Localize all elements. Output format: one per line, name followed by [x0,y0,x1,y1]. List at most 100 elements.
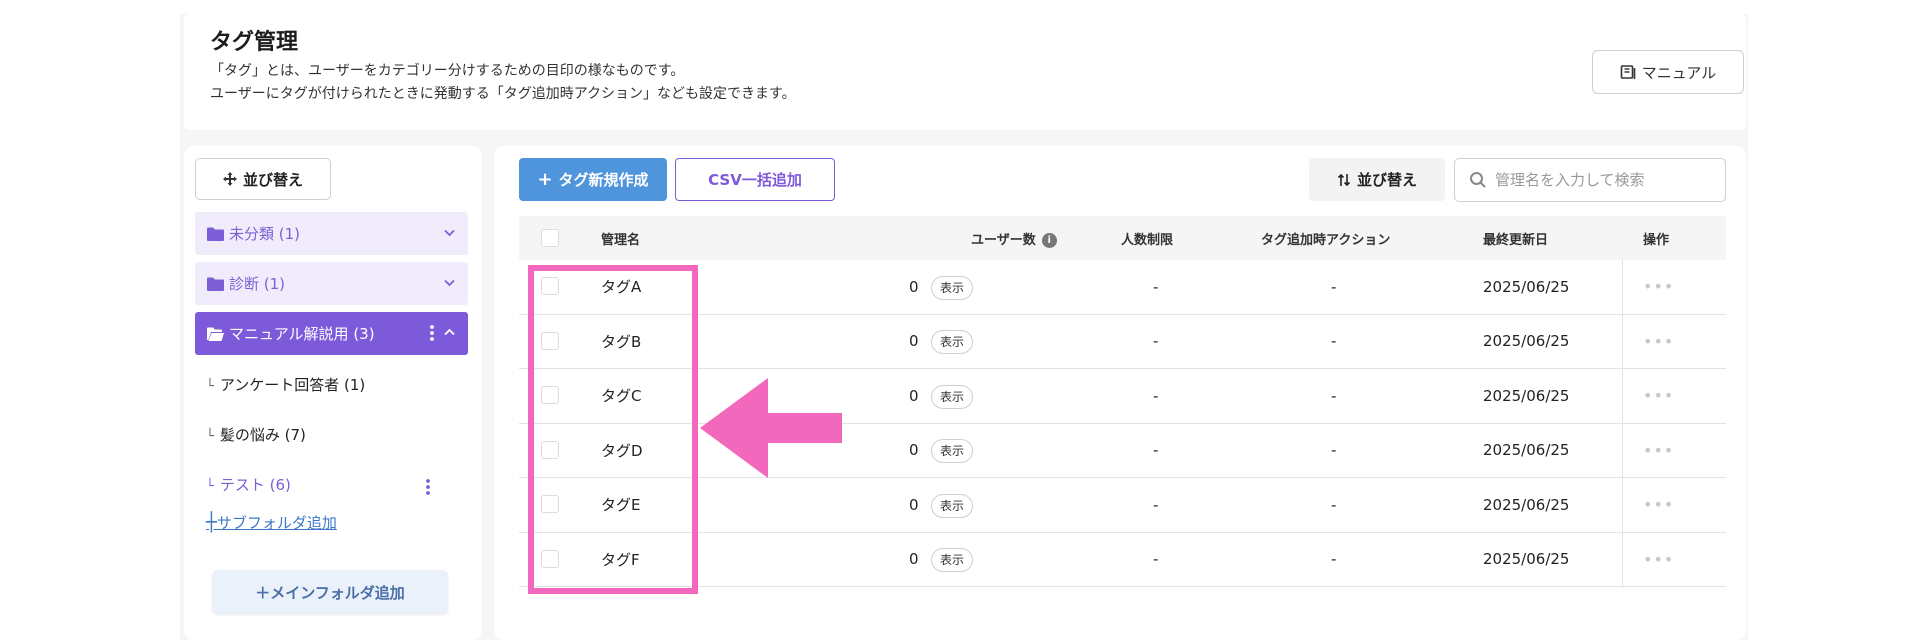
user-limit: - [1153,277,1159,296]
folder-diagnosis[interactable]: 診断 (1) [195,262,468,305]
tag-action: - [1331,441,1337,460]
select-all-checkbox[interactable] [541,229,559,247]
column-header-users-label: ユーザー数 [971,232,1036,248]
corner-icon: └ [206,429,214,444]
sort-arrows-icon [1337,173,1351,186]
show-users-button[interactable]: 表示 [931,439,974,464]
manual-button-label: マニュアル [1641,63,1717,82]
kebab-menu-icon[interactable] [430,324,434,342]
search-box[interactable] [1454,158,1726,202]
table-row[interactable]: タグF 0 表示 - - 2025/06/25 ••• [519,533,1726,587]
updated-date: 2025/06/25 [1483,495,1570,514]
folder-sidebar: 並び替え 未分類 (1) 診断 (1) マニュアル解説用 (3) └ アンケート回… [184,146,482,640]
add-main-folder-label: ＋メインフォルダ追加 [255,583,405,602]
add-subfolder-link[interactable]: ┼サブフォルダ追加 [206,512,337,533]
more-actions-icon[interactable]: ••• [1643,277,1674,296]
updated-date: 2025/06/25 [1483,441,1570,460]
more-actions-icon[interactable]: ••• [1643,332,1674,351]
more-actions-icon[interactable]: ••• [1643,386,1674,405]
csv-bulk-add-label: CSV一括追加 [708,171,802,189]
subfolder-label: テスト (6) [219,476,291,494]
user-limit: - [1153,386,1159,405]
description-line-1: 「タグ」とは、ユーザーをカテゴリー分けするための目印の様なものです。 [210,63,685,79]
annotation-highlight-box [528,265,698,594]
more-actions-icon[interactable]: ••• [1643,550,1674,569]
tag-action: - [1331,550,1337,569]
chevron-down-icon[interactable] [443,276,456,289]
folder-label: 診断 (1) [229,275,286,293]
user-count: 0 [909,495,919,514]
folder-label: マニュアル解説用 (3) [229,325,375,343]
manual-button[interactable]: マニュアル [1592,50,1744,94]
corner-icon: └ [206,479,214,494]
table-row[interactable]: タグA 0 表示 - - 2025/06/25 ••• [519,260,1726,315]
subfolder-label: 髪の悩み (7) [219,426,306,444]
plus-icon: + [537,169,553,190]
user-count: 0 [909,550,919,569]
header-card: タグ管理 「タグ」とは、ユーザーをカテゴリー分けするための目印の様なものです。 … [184,14,1746,130]
info-icon[interactable]: i [1041,232,1057,248]
tag-action: - [1331,332,1337,351]
tag-action: - [1331,386,1337,405]
updated-date: 2025/06/25 [1483,386,1570,405]
more-actions-icon[interactable]: ••• [1643,495,1674,514]
updated-date: 2025/06/25 [1483,332,1570,351]
column-header-users: ユーザー数 i [971,229,1057,248]
show-users-button[interactable]: 表示 [931,330,974,355]
user-limit: - [1153,495,1159,514]
tag-action: - [1331,495,1337,514]
table-header: 管理名 ユーザー数 i 人数制限 タグ追加時アクション 最終更新日 操作 [519,216,1726,260]
user-count: 0 [909,277,919,296]
column-header-name: 管理名 [601,232,641,248]
folder-manual-explanation[interactable]: マニュアル解説用 (3) [195,312,468,355]
table-row[interactable]: タグE 0 表示 - - 2025/06/25 ••• [519,478,1726,533]
updated-date: 2025/06/25 [1483,277,1570,296]
new-tag-label: タグ新規作成 [558,171,649,189]
tag-sort-button[interactable]: 並び替え [1309,158,1445,201]
folder-uncategorized[interactable]: 未分類 (1) [195,212,468,255]
annotation-arrow-icon [700,378,842,478]
chevron-down-icon[interactable] [443,226,456,239]
folder-sort-button[interactable]: 並び替え [195,158,331,200]
user-limit: - [1153,550,1159,569]
add-subfolder-label: サブフォルダ追加 [216,514,337,532]
page-title: タグ管理 [210,30,299,55]
subfolder-test[interactable]: └ テスト (6) [206,474,291,495]
page: タグ管理 「タグ」とは、ユーザーをカテゴリー分けするための目印の様なものです。 … [0,0,1920,640]
subfolder-hair-concerns[interactable]: └ 髪の悩み (7) [206,424,306,445]
folder-icon [207,277,224,291]
csv-bulk-add-button[interactable]: CSV一括追加 [675,158,835,201]
user-count: 0 [909,441,919,460]
subfolder-survey-respondents[interactable]: └ アンケート回答者 (1) [206,374,365,395]
column-header-action: タグ追加時アクション [1261,232,1391,248]
updated-date: 2025/06/25 [1483,550,1570,569]
subfolder-label: アンケート回答者 (1) [219,376,366,394]
search-icon [1470,172,1486,188]
user-limit: - [1153,441,1159,460]
kebab-menu-icon[interactable] [426,478,430,496]
corner-icon: └ [206,379,214,394]
move-icon [222,172,237,186]
column-header-limit: 人数制限 [1121,232,1174,248]
table-row[interactable]: タグB 0 表示 - - 2025/06/25 ••• [519,315,1726,369]
column-header-updated: 最終更新日 [1483,232,1549,248]
chevron-up-icon[interactable] [443,326,456,339]
show-users-button[interactable]: 表示 [931,384,974,409]
folder-icon [207,227,224,241]
user-count: 0 [909,386,919,405]
add-main-folder-button[interactable]: ＋メインフォルダ追加 [212,570,448,614]
tag-sort-label: 並び替え [1356,171,1417,189]
folder-label: 未分類 (1) [229,225,301,243]
page-description: 「タグ」とは、ユーザーをカテゴリー分けするための目印の様なものです。 ユーザーに… [210,60,796,106]
search-input[interactable] [1495,171,1705,189]
more-actions-icon[interactable]: ••• [1643,441,1674,460]
tag-action: - [1331,277,1337,296]
folder-open-icon [207,327,224,341]
new-tag-button[interactable]: + タグ新規作成 [519,158,667,201]
show-users-button[interactable]: 表示 [931,493,974,518]
description-line-2: ユーザーにタグが付けられたときに発動する「タグ追加時アクション」なども設定できま… [210,86,796,102]
show-users-button[interactable]: 表示 [931,275,974,300]
show-users-button[interactable]: 表示 [931,548,974,573]
plus-icon: ┼ [206,512,217,533]
column-header-ops: 操作 [1643,232,1670,248]
